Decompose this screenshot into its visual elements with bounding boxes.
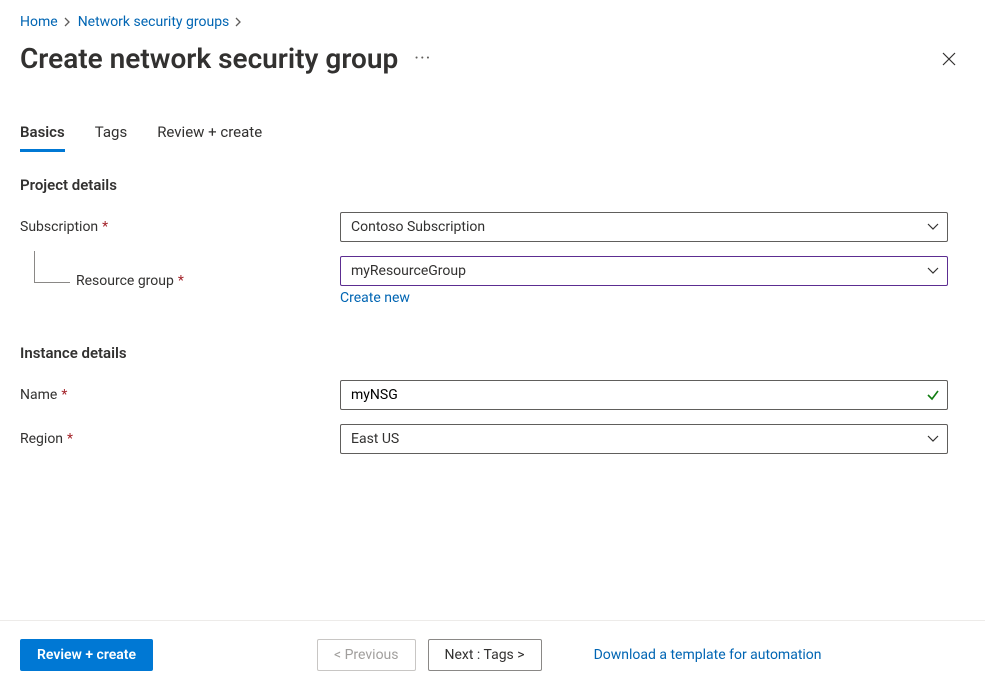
tab-review-create[interactable]: Review + create bbox=[157, 123, 262, 152]
section-instance-details: Instance details Name * Region * Ea bbox=[20, 344, 965, 454]
breadcrumb-network-security-groups[interactable]: Network security groups bbox=[78, 14, 230, 30]
more-options-button[interactable]: ··· bbox=[414, 48, 431, 69]
required-marker: * bbox=[67, 431, 73, 447]
subscription-value: Contoso Subscription bbox=[351, 219, 485, 235]
region-label: Region bbox=[20, 431, 63, 447]
chevron-right-icon bbox=[64, 17, 72, 27]
resource-group-dropdown[interactable]: myResourceGroup bbox=[340, 256, 948, 286]
name-label: Name bbox=[20, 387, 57, 403]
subscription-dropdown[interactable]: Contoso Subscription bbox=[340, 212, 948, 242]
name-input[interactable] bbox=[340, 380, 948, 410]
download-template-link[interactable]: Download a template for automation bbox=[594, 647, 822, 663]
previous-button: < Previous bbox=[317, 639, 415, 671]
chevron-down-icon bbox=[927, 267, 939, 275]
breadcrumb: Home Network security groups bbox=[20, 14, 965, 30]
next-button[interactable]: Next : Tags > bbox=[428, 639, 542, 671]
section-heading-instance-details: Instance details bbox=[20, 344, 965, 362]
indent-bracket-icon bbox=[34, 251, 70, 283]
chevron-down-icon bbox=[927, 435, 939, 443]
tab-bar: Basics Tags Review + create bbox=[20, 123, 965, 152]
resource-group-value: myResourceGroup bbox=[351, 263, 466, 279]
region-row: Region * East US bbox=[20, 424, 965, 454]
required-marker: * bbox=[61, 387, 67, 403]
section-heading-project-details: Project details bbox=[20, 176, 965, 194]
region-dropdown[interactable]: East US bbox=[340, 424, 948, 454]
resource-group-row: Resource group * myResourceGroup Create … bbox=[20, 256, 965, 306]
chevron-down-icon bbox=[927, 223, 939, 231]
create-new-resource-group-link[interactable]: Create new bbox=[340, 290, 410, 306]
tab-tags[interactable]: Tags bbox=[95, 123, 127, 152]
chevron-right-icon bbox=[235, 17, 243, 27]
tab-basics[interactable]: Basics bbox=[20, 123, 65, 152]
checkmark-icon bbox=[926, 388, 940, 402]
region-value: East US bbox=[351, 431, 399, 447]
breadcrumb-home[interactable]: Home bbox=[20, 14, 58, 30]
subscription-label: Subscription bbox=[20, 219, 98, 235]
page-title: Create network security group bbox=[20, 42, 398, 75]
review-create-button[interactable]: Review + create bbox=[20, 639, 153, 671]
section-project-details: Project details Subscription * Contoso S… bbox=[20, 176, 965, 306]
close-icon bbox=[942, 52, 956, 66]
subscription-row: Subscription * Contoso Subscription bbox=[20, 212, 965, 242]
resource-group-label: Resource group bbox=[76, 273, 174, 289]
footer-action-bar: Review + create < Previous Next : Tags >… bbox=[0, 620, 985, 689]
required-marker: * bbox=[102, 219, 108, 235]
close-button[interactable] bbox=[933, 43, 965, 75]
name-row: Name * bbox=[20, 380, 965, 410]
required-marker: * bbox=[178, 273, 184, 289]
